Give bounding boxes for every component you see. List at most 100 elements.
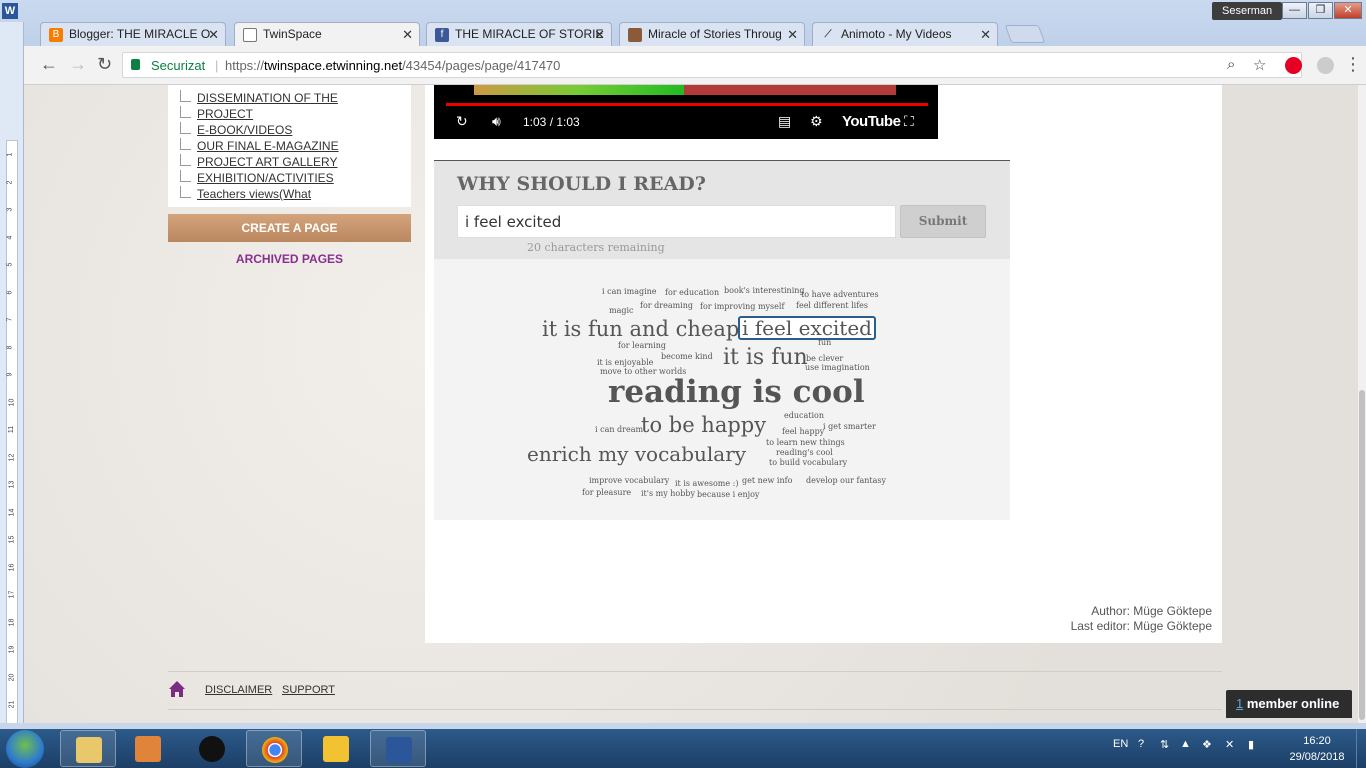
address-bar[interactable]: Securizat | https://twinspace.etwinning.… — [122, 52, 1302, 78]
cloud-word: it is fun and cheap — [542, 317, 740, 341]
volume-icon[interactable]: 🔊︎ — [492, 113, 501, 130]
captions-icon[interactable]: ▤ — [778, 113, 791, 130]
tab-label: Miracle of Stories Throug — [648, 27, 782, 41]
taskbar-app[interactable] — [308, 730, 364, 767]
poll-answer-input[interactable] — [457, 205, 896, 238]
home-icon[interactable] — [168, 680, 186, 698]
video-frame — [474, 85, 684, 95]
start-button[interactable] — [6, 730, 44, 768]
media-player-icon — [135, 736, 161, 762]
support-link[interactable]: SUPPORT — [282, 684, 335, 696]
cloud-word: develop our fantasy — [806, 476, 886, 485]
close-tab-icon[interactable]: ✕ — [594, 23, 605, 46]
cloud-word: use imagination — [805, 363, 870, 372]
video-time: 1:03 / 1:03 — [523, 115, 580, 129]
tab-animoto[interactable]: ⟋ Animoto - My Videos ✕ — [812, 22, 998, 46]
close-tab-icon[interactable]: ✕ — [980, 23, 991, 46]
sidebar-item-dissemination[interactable]: DISSEMINATION OF THE — [178, 90, 411, 106]
secure-label: Securizat — [151, 58, 206, 73]
main-content: ↻ 🔊︎ 1:03 / 1:03 ▤ ⚙ YouTube ⛶ WHY SHOUL… — [425, 85, 1222, 643]
settings-gear-icon[interactable]: ⚙ — [810, 113, 823, 130]
cloud-word: to learn new things — [766, 438, 845, 447]
ruler-number: 6 — [6, 290, 14, 294]
replay-icon[interactable]: ↻ — [456, 113, 468, 130]
create-page-button[interactable]: CREATE A PAGE — [168, 214, 411, 242]
user-badge[interactable]: Seserman — [1212, 2, 1283, 20]
close-window-button[interactable]: ✕ — [1334, 2, 1362, 19]
cloud-word: for pleasure — [582, 488, 632, 497]
facebook-icon: f — [435, 28, 449, 42]
fullscreen-icon[interactable]: ⛶ — [904, 113, 914, 130]
cloud-word: reading is cool — [608, 374, 865, 410]
taskbar-chrome[interactable] — [246, 730, 302, 767]
sidebar-item-art-gallery[interactable]: PROJECT ART GALLERY — [178, 154, 411, 170]
show-hidden-icons-icon[interactable]: ▲ — [1180, 738, 1191, 750]
ruler-number: 2 — [6, 180, 14, 184]
cloud-word: for education — [665, 288, 720, 297]
dropbox-icon[interactable]: ❖ — [1202, 738, 1212, 751]
help-icon[interactable]: ? — [1138, 738, 1144, 750]
bookmark-star-icon[interactable]: ☆ — [1253, 56, 1266, 74]
video-progress-bar[interactable] — [446, 103, 928, 106]
footer-divider — [168, 709, 1222, 710]
windows-taskbar: EN ? ⇅ ▲ ❖ ✕ ▮ 16:20 29/08/2018 — [0, 729, 1366, 768]
disclaimer-link[interactable]: DISCLAIMER — [205, 684, 272, 696]
cloud-word: for learning — [618, 341, 667, 350]
page-viewport: DISSEMINATION OF THE PROJECT E-BOOK/VIDE… — [24, 85, 1359, 723]
zoom-icon[interactable]: ⌕ — [1227, 56, 1235, 73]
cloud-word: it is enjoyable — [597, 358, 654, 367]
cloud-word: i get smarter — [823, 422, 876, 431]
ruler-number: 4 — [6, 235, 14, 239]
close-tab-icon[interactable]: ✕ — [402, 23, 413, 46]
extension-icon[interactable] — [1317, 57, 1334, 74]
show-desktop-button[interactable] — [1356, 729, 1366, 768]
tab-blogger[interactable]: B Blogger: THE MIRACLE O ✕ — [40, 22, 226, 46]
ruler-number: 9 — [6, 372, 14, 377]
reload-icon[interactable]: ↻ — [97, 54, 112, 75]
ruler-number: 20 — [8, 673, 16, 681]
last-editor-label: Last editor: Müge Göktepe — [1070, 619, 1212, 633]
power-icon[interactable]: ▮ — [1248, 738, 1254, 751]
system-clock[interactable]: 16:20 29/08/2018 — [1282, 733, 1352, 765]
taskbar-word[interactable] — [370, 730, 426, 767]
cloud-word: for improving myself — [700, 302, 785, 311]
tab-miracle-stories[interactable]: Miracle of Stories Throug ✕ — [619, 22, 805, 46]
cloud-word: enrich my vocabulary — [527, 442, 747, 466]
blogger-icon: B — [49, 28, 63, 42]
taskbar-hp[interactable] — [184, 730, 240, 767]
ruler-number: 3 — [6, 207, 14, 212]
members-online-button[interactable]: 1 member online — [1226, 690, 1352, 718]
tray-app-icon[interactable]: ✕ — [1225, 738, 1234, 751]
tab-twinspace[interactable]: TwinSpace ✕ — [234, 22, 420, 46]
forward-icon[interactable]: → — [69, 54, 87, 75]
new-tab-button[interactable] — [1004, 25, 1046, 43]
sidebar-item-dissemination-cont[interactable]: PROJECT — [178, 106, 411, 122]
sidebar-item-teachers-views[interactable]: Teachers views(What — [178, 186, 411, 202]
taskbar-media-player[interactable] — [120, 730, 176, 767]
back-icon[interactable]: ← — [40, 54, 58, 75]
menu-icon[interactable]: ⋮ — [1344, 54, 1362, 75]
pinterest-icon[interactable] — [1285, 57, 1302, 74]
sidebar-item-ebook-videos[interactable]: E-BOOK/VIDEOS — [178, 122, 411, 138]
submit-button[interactable]: Submit — [900, 205, 986, 238]
youtube-logo[interactable]: YouTube — [842, 113, 901, 130]
tab-facebook[interactable]: f THE MIRACLE OF STORIE ✕ — [426, 22, 612, 46]
lightning-app-icon — [323, 736, 349, 762]
network-icon[interactable]: ⇅ — [1160, 738, 1169, 751]
animoto-icon: ⟋ — [824, 29, 832, 40]
close-tab-icon[interactable]: ✕ — [787, 23, 798, 46]
language-indicator[interactable]: EN — [1113, 738, 1128, 750]
restore-button[interactable]: ❐ — [1308, 2, 1333, 19]
word-cloud: i can imagine for education book's inter… — [434, 259, 1010, 520]
sidebar-item-final-emagazine[interactable]: OUR FINAL E-MAGAZINE — [178, 138, 411, 154]
archived-pages-link[interactable]: ARCHIVED PAGES — [168, 252, 411, 266]
scrollbar-thumb[interactable] — [1359, 390, 1365, 720]
taskbar-explorer[interactable] — [60, 730, 116, 767]
close-tab-icon[interactable]: ✕ — [208, 23, 219, 46]
cloud-word: to be happy — [641, 413, 767, 437]
youtube-player[interactable]: ↻ 🔊︎ 1:03 / 1:03 ▤ ⚙ YouTube ⛶ — [434, 85, 938, 139]
chrome-icon — [262, 737, 288, 763]
minimize-button[interactable]: — — [1282, 2, 1307, 19]
sidebar-item-exhibition[interactable]: EXHIBITION/ACTIVITIES — [178, 170, 411, 186]
ruler-number: 12 — [8, 453, 16, 461]
